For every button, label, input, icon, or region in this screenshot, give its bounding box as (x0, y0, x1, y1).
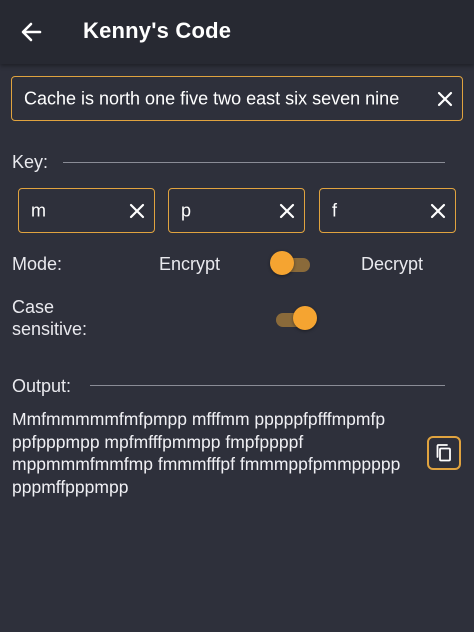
copy-button[interactable] (427, 436, 461, 470)
key-field-2[interactable]: p (168, 188, 305, 233)
copy-icon (436, 444, 451, 462)
case-sensitive-label-line1: Case (12, 297, 55, 317)
close-icon[interactable] (429, 202, 447, 220)
key-field-1-value[interactable]: m (31, 200, 46, 221)
mode-toggle-thumb[interactable] (270, 251, 294, 275)
case-sensitive-label-line2: sensitive: (12, 319, 88, 339)
output-label: Output: (12, 376, 72, 396)
encrypt-label: Encrypt (159, 254, 221, 274)
case-sensitive-toggle-thumb[interactable] (293, 306, 317, 330)
mode-label: Mode: (12, 254, 63, 274)
output-text: Mmfmmmmmfmfpmpp mfffmm pppppfpfffmpmfp p… (12, 409, 401, 497)
page-title: Kenny's Code (83, 18, 232, 43)
close-icon[interactable] (278, 202, 296, 220)
message-input[interactable]: Cache is north one five two east six sev… (11, 76, 463, 121)
key-field-3[interactable]: f (319, 188, 456, 233)
key-field-1[interactable]: m (18, 188, 155, 233)
key-label: Key: (12, 152, 49, 172)
app-bar: Kenny's Code (0, 0, 474, 64)
decrypt-label: Decrypt (361, 254, 424, 274)
key-divider (63, 162, 445, 163)
case-sensitive-toggle[interactable] (276, 306, 318, 330)
key-field-2-value[interactable]: p (181, 200, 191, 221)
mode-toggle[interactable] (270, 251, 314, 275)
message-input-value[interactable]: Cache is north one five two east six sev… (24, 88, 399, 109)
close-icon[interactable] (128, 202, 146, 220)
key-field-3-value[interactable]: f (332, 200, 337, 221)
back-arrow-icon[interactable] (18, 18, 46, 46)
close-icon[interactable] (436, 90, 454, 108)
output-divider (90, 385, 445, 386)
